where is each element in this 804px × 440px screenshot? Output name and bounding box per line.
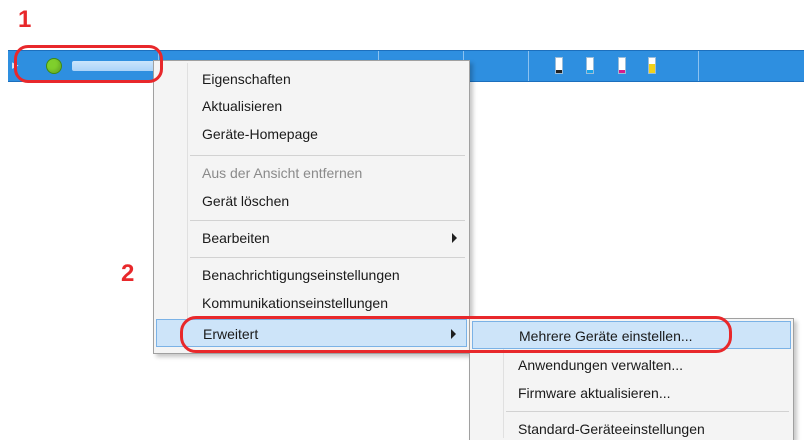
menu-item-label: Bearbeiten [202, 230, 270, 246]
menu-item-label: Mehrere Geräte einstellen... [519, 328, 693, 344]
menu-item-label: Firmware aktualisieren... [518, 385, 671, 401]
menu-item-mehrere-geraete-einstellen[interactable]: Mehrere Geräte einstellen... [472, 321, 791, 349]
menu-item-label: Aus der Ansicht entfernen [202, 165, 363, 181]
chevron-right-icon[interactable]: ▸ [12, 57, 19, 73]
menu-item-benachrichtigungseinstellungen[interactable]: Benachrichtigungseinstellungen [156, 261, 467, 289]
menu-item-label: Geräte-Homepage [202, 126, 318, 142]
menu-item-bearbeiten[interactable]: Bearbeiten [156, 224, 467, 252]
menu-separator [190, 155, 465, 156]
menu-separator [506, 411, 789, 412]
cyan-toner-icon [586, 57, 594, 74]
menu-separator [190, 257, 465, 258]
magenta-toner-icon [618, 57, 626, 74]
menu-item-label: Benachrichtigungseinstellungen [202, 267, 400, 283]
screenshot-stage: 1 2 ▸ Eigenschaften Aktualisieren Geräte… [0, 0, 804, 440]
menu-item-standard-geraeteeinstellungen[interactable]: Standard-Geräteeinstellungen [472, 415, 791, 440]
menu-item-geraete-homepage[interactable]: Geräte-Homepage [156, 120, 467, 148]
menu-item-label: Gerät löschen [202, 193, 290, 209]
menu-item-label: Kommunikationseinstellungen [202, 295, 388, 311]
menu-item-label: Standard-Geräteeinstellungen [518, 421, 705, 437]
step-1-callout: 1 [18, 6, 32, 33]
yellow-toner-icon [648, 57, 656, 74]
column-divider [528, 51, 529, 81]
erweitert-submenu: Mehrere Geräte einstellen... Anwendungen… [469, 318, 794, 440]
menu-separator [190, 220, 465, 221]
menu-item-aktualisieren[interactable]: Aktualisieren [156, 92, 467, 120]
menu-item-label: Aktualisieren [202, 98, 283, 114]
step-2-callout: 2 [121, 260, 135, 287]
submenu-arrow-icon [452, 233, 457, 243]
menu-item-label: Eigenschaften [202, 71, 291, 87]
menu-item-eigenschaften[interactable]: Eigenschaften [156, 65, 467, 93]
menu-item-label: Anwendungen verwalten... [518, 357, 683, 373]
menu-item-anwendungen-verwalten[interactable]: Anwendungen verwalten... [472, 351, 791, 379]
menu-item-label: Erweitert [203, 326, 259, 342]
submenu-arrow-icon [451, 329, 456, 339]
column-divider [698, 51, 699, 81]
menu-item-geraet-loeschen[interactable]: Gerät löschen [156, 187, 467, 215]
menu-item-kommunikationseinstellungen[interactable]: Kommunikationseinstellungen [156, 289, 467, 317]
menu-item-erweitert[interactable]: Erweitert [156, 319, 467, 347]
menu-item-aus-ansicht-entfernen: Aus der Ansicht entfernen [156, 159, 467, 187]
device-name-redacted[interactable] [72, 61, 158, 71]
device-context-menu: Eigenschaften Aktualisieren Geräte-Homep… [153, 60, 470, 354]
black-toner-icon [555, 57, 563, 74]
green-status-dot-icon [46, 58, 62, 74]
menu-item-firmware-aktualisieren[interactable]: Firmware aktualisieren... [472, 379, 791, 407]
